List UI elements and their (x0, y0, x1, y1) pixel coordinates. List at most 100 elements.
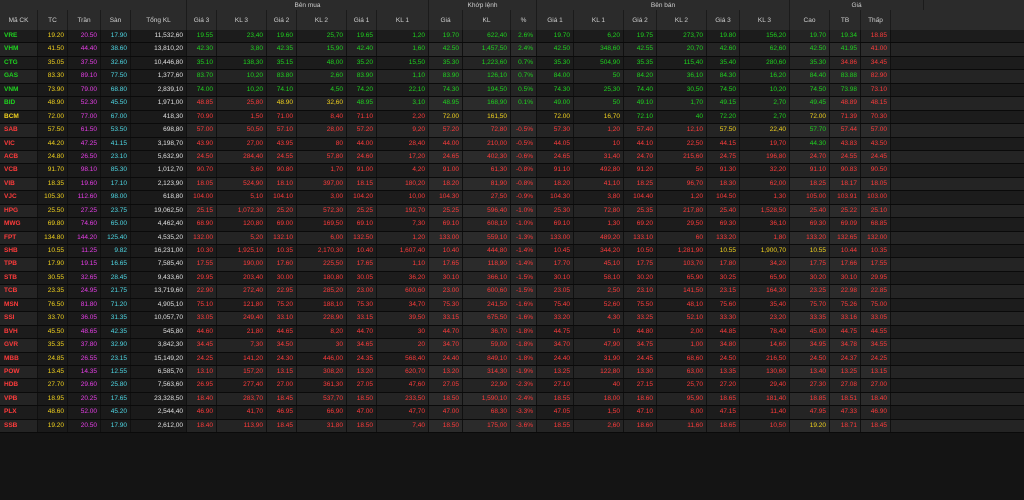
ask-vol2-cell: 11,60 (657, 419, 707, 433)
table-row[interactable]: GAS 83.30 89.10 77.50 1,377,60 83.70 10,20 83.8… (0, 70, 1024, 84)
ceil-cell: 37.80 (68, 339, 101, 352)
table-row[interactable]: VPB 18.95 20.25 17.65 23,328,50 18.40 283,70 18… (0, 392, 1024, 407)
floor-cell: 9.82 (101, 245, 131, 258)
col-ref[interactable]: TC (38, 10, 68, 30)
total-vol-cell: 2,839,10 (131, 83, 187, 97)
table-row[interactable]: MWG 69.80 74.60 65.00 4,462,40 68.90 120,80 69.… (0, 218, 1024, 232)
col-bid-vol2[interactable]: KL 2 (297, 10, 347, 30)
table-row[interactable]: HPG 25.50 27.25 23.75 19,062,50 25.15 1,072,30… (0, 204, 1024, 219)
ceil-cell: 26.55 (68, 352, 101, 365)
ask-price2-cell: 18.25 (624, 177, 657, 191)
ask-vol3-cell: 62,00 (740, 177, 790, 191)
table-row[interactable]: BID 48.90 52.30 45.50 1,971,00 48.85 25,80 48.9… (0, 97, 1024, 111)
bid-vol1-cell: 233,50 (377, 392, 429, 406)
bid-price1-cell: 48.95 (347, 97, 377, 110)
col-ask-vol1[interactable]: KL 1 (574, 10, 624, 30)
table-row[interactable]: BVH 45.50 48.65 42.35 545,80 44.60 21,80 44.65 8… (0, 325, 1024, 340)
table-row[interactable]: VRE 19.20 20.50 17.90 11,532,60 19.55 23,40 19.… (0, 30, 1024, 44)
high-cell: 74.50 (790, 83, 830, 97)
table-row[interactable]: VJC 105.30 112.60 98.00 618,80 104.00 5,10 104.… (0, 191, 1024, 205)
table-row[interactable]: SSB 19.20 20.50 17.90 2,612,00 18.40 113,90 18.… (0, 419, 1024, 434)
col-floor[interactable]: Sàn (101, 10, 131, 30)
ask-price1-cell: 19.70 (537, 30, 574, 43)
bid-price2-cell: 71.00 (267, 110, 297, 124)
col-bid-vol3[interactable]: KL 3 (217, 10, 267, 30)
bid-vol3-cell: 203,40 (217, 271, 267, 285)
table-row[interactable]: FPT 134.80 144.20 125.40 4,535,20 132.00 5,20 1… (0, 231, 1024, 245)
table-row[interactable]: ACB 24.80 26.50 23.10 5,632,90 24.50 284,40 24.… (0, 150, 1024, 165)
total-vol-cell: 3,842,30 (131, 339, 187, 352)
table-row[interactable]: SSI 33.70 36.05 31.35 10,057,70 33.05 249,40 33… (0, 312, 1024, 326)
table-row[interactable]: PLX 48.60 52.00 45.20 2,544,40 46.90 41,70 46.9… (0, 406, 1024, 420)
table-row[interactable]: POW 13.45 14.35 12.55 6,585,70 13.10 157,20 13.… (0, 365, 1024, 380)
col-ceil[interactable]: Trần (68, 10, 101, 30)
col-avg[interactable]: TB (830, 10, 861, 30)
table-row[interactable]: BCM 72.00 77.00 67.00 418,30 70.90 1,50 71.00 8,… (0, 110, 1024, 125)
table-row[interactable]: VIB 18.35 19.60 17.10 2,123,90 18.05 524,90 18.… (0, 177, 1024, 192)
table-row[interactable]: SHB 10.55 11.25 9.82 16,231,00 10.30 1,925,10 1… (0, 245, 1024, 259)
ask-price1-cell: 69.10 (537, 218, 574, 231)
high-cell: 44.30 (790, 137, 830, 150)
ask-price2-cell: 69.20 (624, 218, 657, 231)
total-vol-cell: 1,012,70 (131, 164, 187, 177)
table-row[interactable]: HDB 27.70 29.60 25.80 7,563,60 26.95 277,40 27.… (0, 379, 1024, 393)
bid-price2-cell: 69.00 (267, 218, 297, 231)
bid-vol1-cell: 1,60 (377, 43, 429, 56)
ceil-cell: 36.05 (68, 312, 101, 325)
col-high[interactable]: Cao (790, 10, 830, 30)
ask-price1-cell: 24.40 (537, 352, 574, 365)
total-vol-cell: 1,971,00 (131, 97, 187, 110)
col-total-vol[interactable]: Tổng KL (131, 10, 187, 30)
col-bid-price3[interactable]: Giá 3 (187, 10, 217, 30)
ask-vol1-cell: 2,50 (574, 285, 624, 298)
bid-price1-cell: 33.15 (347, 312, 377, 325)
col-bid-price1[interactable]: Giá 1 (347, 10, 377, 30)
col-bid-vol1[interactable]: KL 1 (377, 10, 429, 30)
col-ask-vol2[interactable]: KL 2 (657, 10, 707, 30)
table-row[interactable]: TCB 23.35 24.95 21.75 13,719,60 22.90 272,40 22… (0, 285, 1024, 299)
col-match-vol[interactable]: KL (463, 10, 511, 30)
match-pct-cell: -1.6% (511, 312, 537, 325)
table-row[interactable]: GVR 35.35 37.80 32.90 3,842,30 34.45 7,30 34.50… (0, 339, 1024, 353)
col-match-price[interactable]: Giá (429, 10, 463, 30)
col-bid-price2[interactable]: Giá 2 (267, 10, 297, 30)
col-symbol[interactable]: Mã CK (0, 10, 38, 30)
table-row[interactable]: TPB 17.90 19.15 16.65 7,585,40 17.55 190,00 17.… (0, 258, 1024, 272)
table-row[interactable]: CTG 35.05 37.50 32.60 10,446,80 35.10 138,30 35… (0, 56, 1024, 71)
col-match-pct[interactable]: % (511, 10, 537, 30)
table-row[interactable]: VIC 44.20 47.25 41.15 3,198,70 43.90 27,00 43.9… (0, 137, 1024, 151)
ask-vol2-cell: 215,60 (657, 150, 707, 164)
col-ask-vol3[interactable]: KL 3 (740, 10, 790, 30)
col-ask-price2[interactable]: Giá 2 (624, 10, 657, 30)
ask-vol3-cell: 1,900,70 (740, 245, 790, 258)
table-row[interactable]: MBB 24.85 26.55 23.15 15,149,20 24.25 141,20 24… (0, 352, 1024, 366)
ceil-cell: 81.80 (68, 298, 101, 312)
bid-vol2-cell: 3,00 (297, 191, 347, 204)
match-pct-cell: -3.6% (511, 419, 537, 433)
table-row[interactable]: VHM 41.50 44.40 38.60 13,810,20 42.30 3,80 42.3… (0, 43, 1024, 57)
col-low[interactable]: Thấp (861, 10, 891, 30)
col-ask-price1[interactable]: Giá 1 (537, 10, 574, 30)
table-row[interactable]: VNM 73.90 79.00 68.80 2,839,10 74.00 10,20 74.1… (0, 83, 1024, 98)
symbol-cell: ACB (0, 150, 38, 164)
bid-price1-cell: 19.65 (347, 30, 377, 43)
table-row[interactable]: VCB 91.70 98.10 85.30 1,012,70 90.70 3,60 90.80… (0, 164, 1024, 178)
bid-vol1-cell: 2,20 (377, 110, 429, 124)
match-price-cell: 133.00 (429, 231, 463, 244)
avg-cell: 83.88 (830, 70, 861, 83)
bid-price2-cell: 44.65 (267, 325, 297, 339)
bid-price3-cell: 70.90 (187, 110, 217, 124)
bid-price2-cell: 24.30 (267, 352, 297, 365)
table-row[interactable]: MSN 76.50 81.80 71.20 4,905,10 75.10 121,80 75.… (0, 298, 1024, 313)
ask-vol2-cell: 1,20 (657, 191, 707, 204)
ask-price1-cell: 72.00 (537, 110, 574, 124)
col-ask-price3[interactable]: Giá 3 (707, 10, 740, 30)
bid-price3-cell: 42.30 (187, 43, 217, 56)
table-row[interactable]: STB 30.55 32.65 28.45 9,433,60 29.95 203,40 30.… (0, 271, 1024, 286)
symbol-cell: BCM (0, 110, 38, 124)
ask-price2-cell: 25.35 (624, 204, 657, 218)
ref-cell: 13.45 (38, 365, 68, 379)
table-row[interactable]: SAB 57.50 61.50 53.50 698,80 57.00 50,50 57.10 2… (0, 124, 1024, 138)
match-price-cell: 75.30 (429, 298, 463, 312)
bid-vol3-cell: 10,20 (217, 83, 267, 97)
